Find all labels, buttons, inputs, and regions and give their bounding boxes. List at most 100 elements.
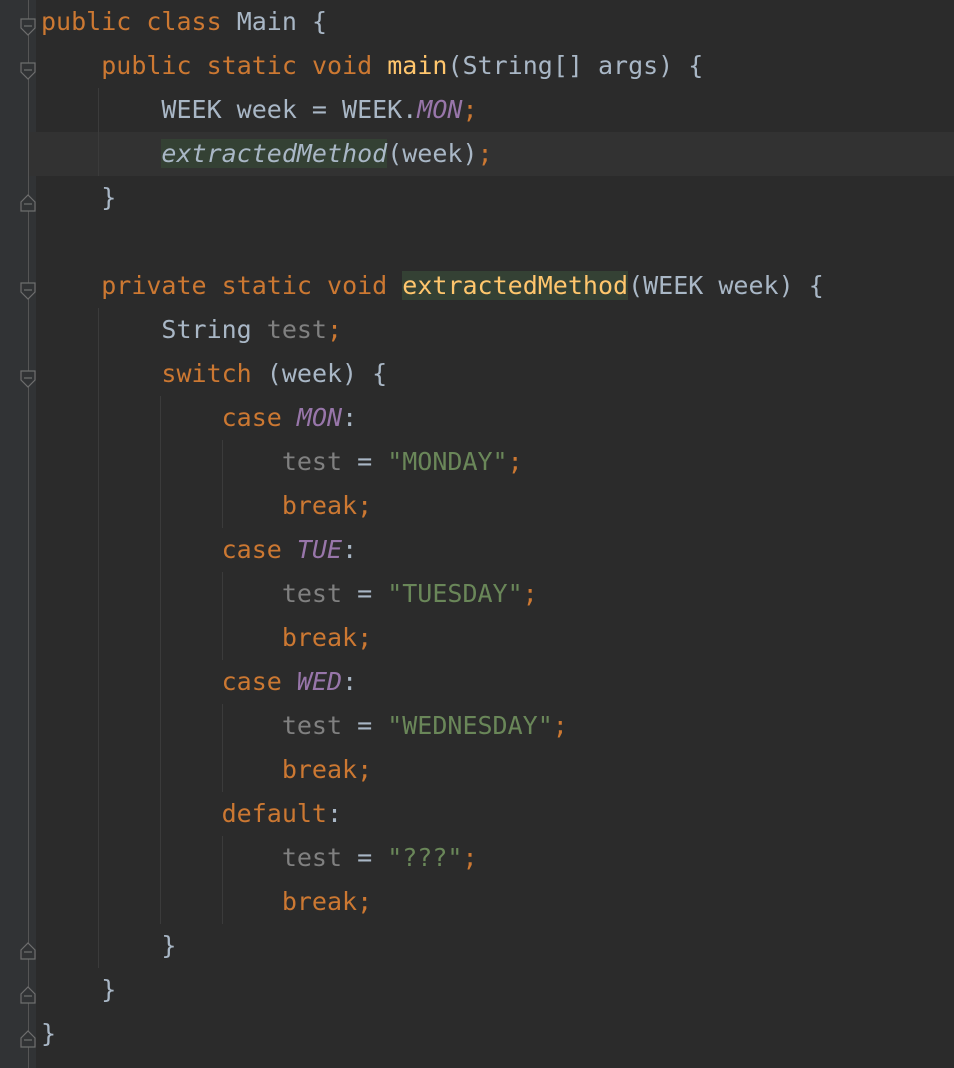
fold-close-icon[interactable] [20, 1025, 36, 1048]
code-line[interactable]: break; [41, 748, 372, 792]
code-token: default [221, 799, 327, 828]
code-token: test [281, 711, 343, 740]
code-token: main [387, 51, 448, 80]
fold-open-icon[interactable] [20, 277, 36, 300]
code-line[interactable]: test = "MONDAY"; [41, 440, 523, 484]
code-line[interactable]: break; [41, 616, 372, 660]
fold-open-icon[interactable] [20, 365, 36, 388]
code-token: private [101, 271, 207, 300]
code-token: ; [477, 139, 493, 168]
code-line[interactable]: extractedMethod(week); [41, 132, 493, 176]
code-token: test [281, 447, 343, 476]
code-token: (WEEK week) { [628, 271, 824, 300]
code-token: ; [522, 579, 538, 608]
code-line[interactable]: } [41, 968, 116, 1012]
fold-open-icon[interactable] [20, 57, 36, 80]
code-line[interactable]: test = "???"; [41, 836, 478, 880]
code-token: WEEK week = WEEK. [41, 95, 418, 124]
code-token: public [41, 7, 132, 36]
code-token: class [146, 7, 222, 36]
code-token: MON [417, 95, 463, 124]
code-line[interactable]: test = "WEDNESDAY"; [41, 704, 568, 748]
code-token: "???" [387, 843, 463, 872]
code-token: = [342, 843, 388, 872]
code-line[interactable]: break; [41, 880, 372, 924]
code-token: = [342, 447, 388, 476]
code-line[interactable]: public class Main { [41, 0, 327, 44]
fold-close-icon[interactable] [20, 189, 36, 212]
code-token: test [281, 843, 343, 872]
code-token: } [41, 183, 117, 212]
code-token: case [221, 403, 282, 432]
code-token: } [41, 1019, 57, 1048]
code-line[interactable]: switch (week) { [41, 352, 387, 396]
fold-open-icon[interactable] [20, 13, 36, 36]
code-token: } [41, 975, 117, 1004]
code-line[interactable]: public static void main(String[] args) { [41, 44, 703, 88]
code-line[interactable]: } [41, 1012, 56, 1056]
code-token: ; [462, 843, 478, 872]
code-token: test [266, 315, 327, 344]
code-token: extractedMethod [402, 271, 629, 300]
code-token: static [221, 271, 312, 300]
code-line[interactable]: WEEK week = WEEK.MON; [41, 88, 477, 132]
code-line[interactable]: test = "TUESDAY"; [41, 572, 538, 616]
code-token: Main { [221, 7, 327, 36]
code-line[interactable]: case TUE: [41, 528, 358, 572]
code-token: (week) [387, 139, 478, 168]
code-token: static [206, 51, 297, 80]
code-token: "WEDNESDAY" [387, 711, 553, 740]
code-token: ; [327, 315, 343, 344]
code-line[interactable]: String test; [41, 308, 342, 352]
code-token: public [101, 51, 192, 80]
code-editor[interactable]: public class Main { public static void m… [0, 0, 954, 1068]
code-token: : [342, 667, 358, 696]
code-token: break; [281, 887, 373, 916]
code-token: "TUESDAY" [387, 579, 523, 608]
code-line[interactable]: break; [41, 484, 372, 528]
code-token: TUE [296, 535, 343, 564]
fold-close-icon[interactable] [20, 981, 36, 1004]
code-line[interactable]: case WED: [41, 660, 358, 704]
code-line[interactable]: private static void extractedMethod(WEEK… [41, 264, 824, 308]
code-line[interactable]: } [41, 924, 176, 968]
code-token: } [41, 931, 177, 960]
code-token: ; [507, 447, 523, 476]
code-token: String [41, 315, 267, 344]
code-token: : [326, 799, 343, 828]
code-token: switch [161, 359, 252, 388]
code-token: : [342, 403, 358, 432]
fold-close-icon[interactable] [20, 937, 36, 960]
code-token: case [221, 667, 282, 696]
code-token: ; [552, 711, 568, 740]
code-token: (String[] args) { [447, 51, 704, 80]
code-line[interactable]: default: [41, 792, 342, 836]
code-token: = [342, 579, 388, 608]
code-token: MON [296, 403, 343, 432]
code-line[interactable]: } [41, 176, 116, 220]
code-token: break; [281, 623, 373, 652]
code-token: case [221, 535, 282, 564]
code-line[interactable]: case MON: [41, 396, 358, 440]
code-token: extractedMethod [161, 139, 388, 168]
code-token: test [281, 579, 343, 608]
